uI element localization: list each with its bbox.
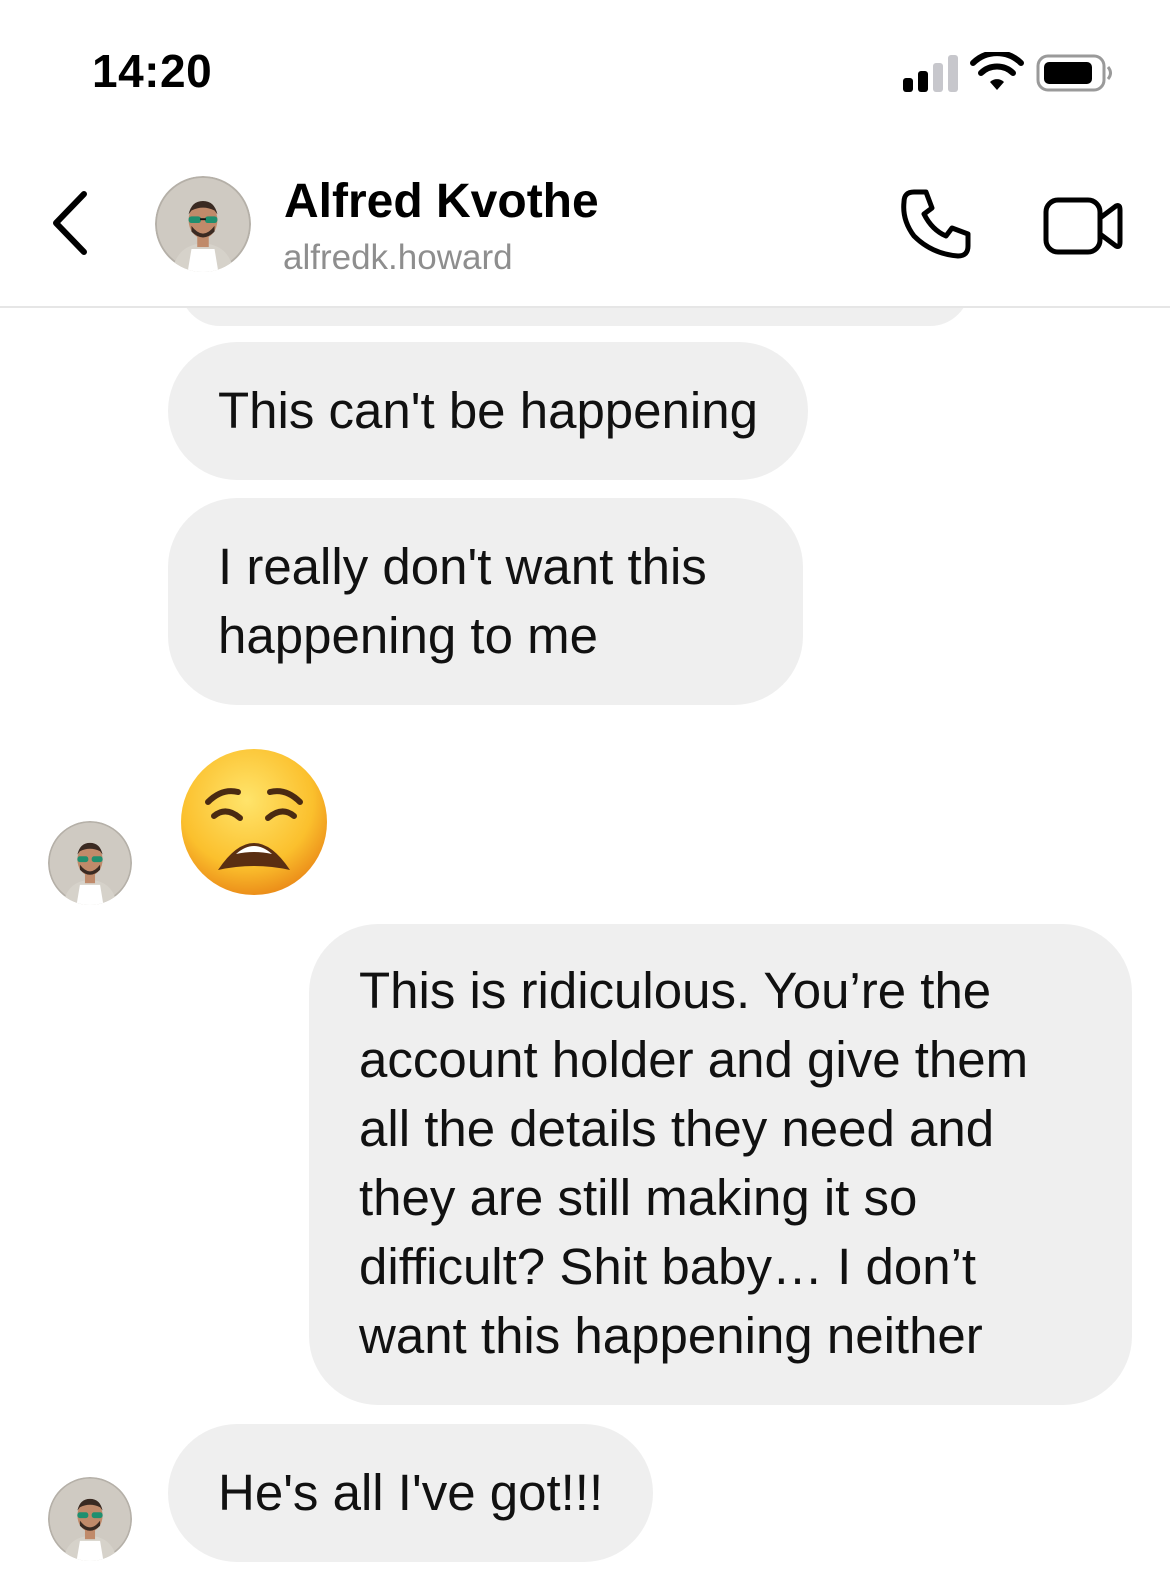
message-bubble-partial bbox=[180, 306, 970, 326]
battery-icon bbox=[1036, 54, 1112, 92]
avatar[interactable] bbox=[155, 176, 251, 272]
message-bubble-received[interactable]: He's all I've got!!! bbox=[168, 1424, 654, 1562]
message-text: This can't be happening bbox=[218, 382, 758, 439]
avatar[interactable] bbox=[48, 821, 132, 905]
weary-face-emoji[interactable] bbox=[178, 746, 330, 898]
video-call-icon[interactable] bbox=[1042, 190, 1124, 260]
avatar[interactable] bbox=[48, 1477, 132, 1561]
wifi-icon bbox=[970, 52, 1024, 90]
chat-header: Alfred Kvothe alfredk.howard bbox=[0, 140, 1170, 308]
message-bubble-received[interactable]: This can't be happening bbox=[168, 342, 808, 480]
phone-call-icon[interactable] bbox=[898, 186, 974, 262]
status-time: 14:20 bbox=[92, 45, 213, 97]
message-text: This is ridiculous. You’re the account h… bbox=[359, 962, 1029, 1364]
contact-username[interactable]: alfredk.howard bbox=[283, 238, 513, 278]
cellular-signal-icon bbox=[903, 54, 959, 92]
chevron-left-icon[interactable] bbox=[46, 188, 96, 258]
message-bubble-sent[interactable]: This is ridiculous. You’re the account h… bbox=[309, 924, 1132, 1405]
message-text: I really don't want this happening to me bbox=[218, 538, 707, 664]
status-bar: 14:20 bbox=[0, 0, 1170, 140]
message-text: He's all I've got!!! bbox=[218, 1464, 604, 1521]
contact-name[interactable]: Alfred Kvothe bbox=[284, 174, 599, 229]
message-bubble-received[interactable]: I really don't want this happening to me bbox=[168, 498, 803, 705]
message-thread[interactable]: This can't be happening I really don't w… bbox=[0, 306, 1170, 1571]
